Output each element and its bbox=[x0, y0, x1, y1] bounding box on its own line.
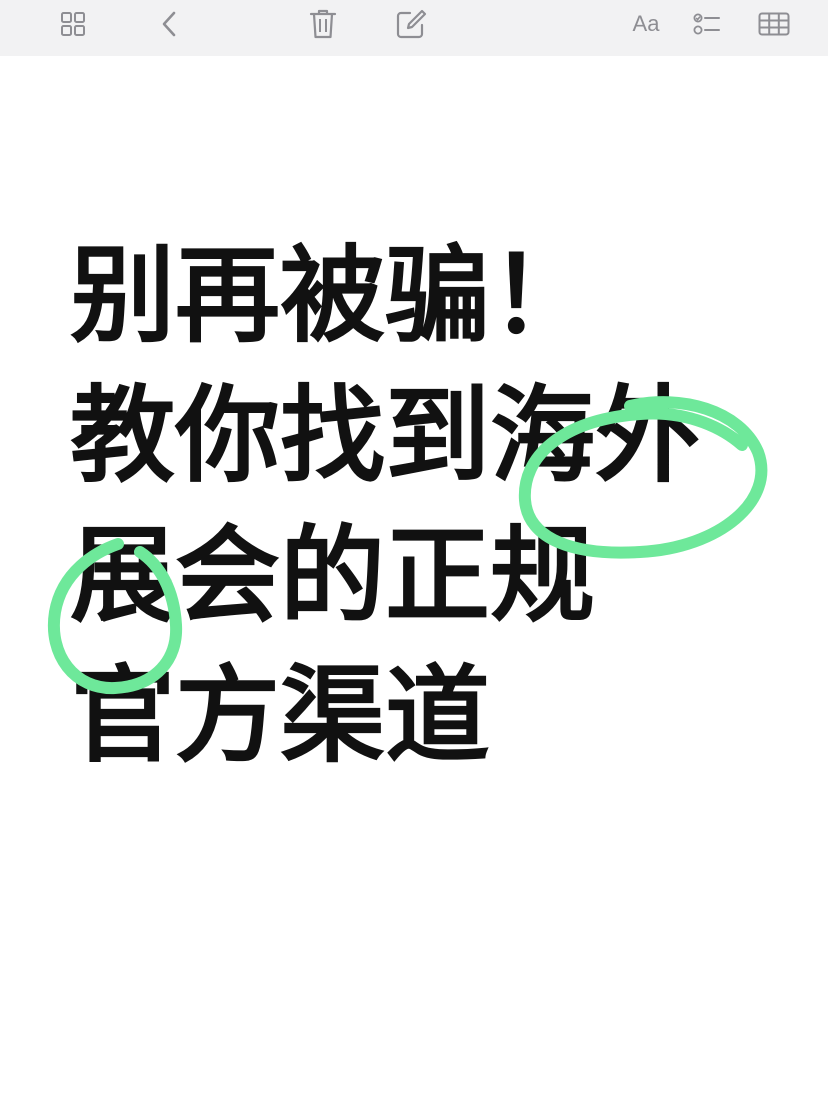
headline-line-2: 教你找到海外 bbox=[70, 375, 701, 497]
headline-line-3: 展会的正规 bbox=[70, 515, 596, 637]
checklist-icon bbox=[693, 13, 720, 35]
gallery-view-button[interactable] bbox=[51, 4, 95, 44]
grid-icon bbox=[61, 12, 85, 36]
checklist-button[interactable] bbox=[685, 4, 729, 44]
table-icon bbox=[758, 12, 790, 36]
headline-line-4: 官方渠道 bbox=[70, 655, 491, 777]
compose-button[interactable] bbox=[389, 4, 433, 44]
headline-line-1: 别再被骗！ bbox=[70, 235, 596, 357]
note-toolbar: Aa bbox=[0, 0, 828, 56]
text-format-icon: Aa bbox=[632, 11, 660, 36]
delete-button[interactable] bbox=[301, 4, 345, 44]
text-format-button[interactable]: Aa bbox=[624, 4, 668, 44]
back-button[interactable] bbox=[147, 4, 191, 44]
table-button[interactable] bbox=[752, 4, 796, 44]
trash-icon bbox=[309, 9, 337, 39]
note-headline: 别再被骗！ 教你找到海外 展会的正规 官方渠道 bbox=[70, 226, 700, 786]
compose-icon bbox=[396, 9, 427, 39]
chevron-left-icon bbox=[162, 11, 176, 37]
